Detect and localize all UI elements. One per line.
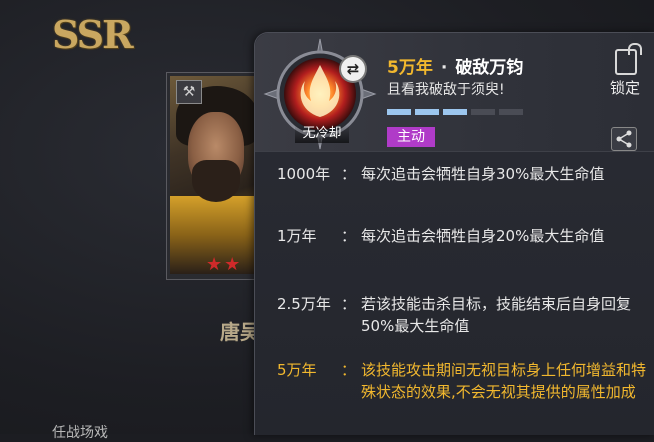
- progress-segment: [443, 109, 467, 115]
- swap-icon[interactable]: ⇄: [341, 57, 365, 81]
- title-separator: ·: [440, 58, 448, 78]
- lock-button[interactable]: 锁定: [605, 43, 645, 103]
- level-desc: 每次追击会牺牲自身30%最大生命值: [361, 165, 605, 183]
- level-label: 1万年: [277, 227, 317, 245]
- skill-title: 5万年 · 破敌万钧: [387, 53, 523, 78]
- star-icon: ★: [206, 254, 225, 275]
- class-icon: ⚒: [176, 80, 202, 104]
- rarity-badge: SSR: [52, 12, 134, 57]
- skill-name: 破敌万钧: [455, 58, 524, 78]
- star-icon: ★: [224, 254, 243, 275]
- level-label: 5万年: [277, 361, 317, 379]
- star-rating: ★★: [206, 254, 242, 275]
- no-cooldown-badge: 无冷却: [295, 125, 349, 143]
- skill-quote: 且看我破敌于须臾!: [387, 82, 505, 98]
- share-icon[interactable]: [611, 127, 637, 151]
- lock-label: 锁定: [609, 79, 640, 97]
- skill-progress: [387, 109, 523, 115]
- level-label: 2.5万年: [277, 295, 331, 313]
- level-desc: 若该技能击杀目标，技能结束后自身回复50%最大生命值: [361, 295, 632, 335]
- skill-type-tag: 主动: [387, 127, 435, 147]
- progress-segment: [415, 109, 439, 115]
- skill-tooltip: 无冷却 ⇄ 5万年 · 破敌万钧 且看我破敌于须臾! 主动 锁定 1000年 ： 每…: [254, 32, 654, 435]
- skill-tier: 5万年: [387, 58, 433, 78]
- level-label: 1000年: [277, 165, 331, 183]
- level-desc: 该技能攻击期间无视目标身上任何增益和特殊状态的效果,不会无视其提供的属性加成: [361, 361, 647, 401]
- progress-segment: [471, 109, 495, 115]
- progress-segment: [387, 109, 411, 115]
- character-portrait: [170, 76, 262, 274]
- progress-segment: [499, 109, 523, 115]
- portrait-beard: [192, 160, 240, 202]
- level-desc: 每次追击会牺牲自身20%最大生命值: [361, 227, 605, 245]
- section-label: 任战场戏: [52, 425, 108, 441]
